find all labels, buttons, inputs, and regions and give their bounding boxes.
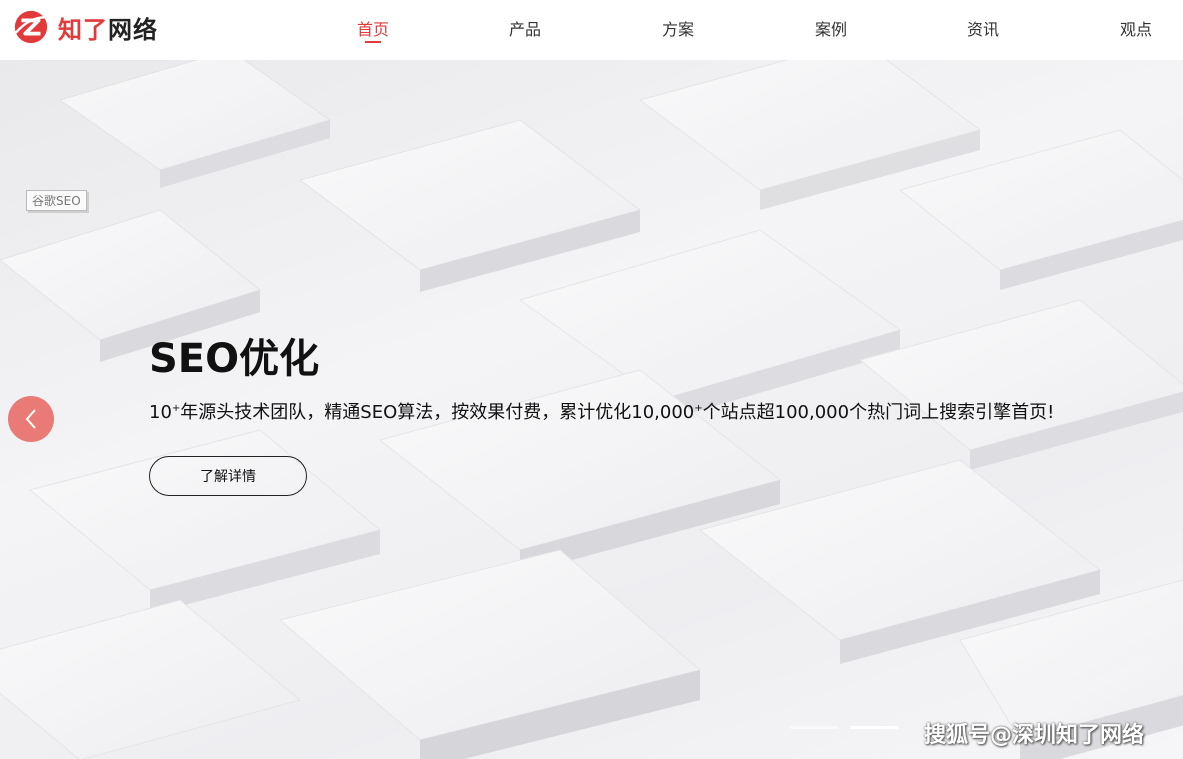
nav-item-products[interactable]: 产品 <box>509 16 541 40</box>
carousel-dot[interactable] <box>790 726 838 729</box>
carousel-dot-active[interactable] <box>850 726 898 729</box>
hero-banner: 谷歌SEO SEO优化 10 +年源头技术团队，精通SEO算法，按效果付费，累计优… <box>0 60 1183 759</box>
carousel-prev-button[interactable] <box>8 396 54 442</box>
nav-item-viewpoints[interactable]: 观点 <box>1120 16 1152 40</box>
chevron-left-icon <box>25 409 36 429</box>
nav-active-indicator <box>365 41 381 43</box>
hero-desc-sup2: + <box>694 403 703 414</box>
header: 知了网络 首页 产品 方案 案例 资讯 观点 <box>0 0 1183 60</box>
hero-desc-part1: 10 <box>149 402 172 423</box>
nav-item-home[interactable]: 首页 <box>357 16 389 40</box>
main-nav: 首页 产品 方案 案例 资讯 观点 <box>0 0 1183 60</box>
nav-item-news[interactable]: 资讯 <box>967 16 999 40</box>
hero-desc-part2: 年源头技术团队，精通SEO算法，按效果付费，累计优化10,000 <box>180 402 695 423</box>
hero-title: SEO优化 <box>149 336 320 382</box>
hero-desc-part3: 个站点超100,000个热门词上搜索引擎首页! <box>702 402 1055 423</box>
watermark: 搜狐号@深圳知了网络 <box>924 723 1145 748</box>
category-tag: 谷歌SEO <box>26 190 87 211</box>
nav-item-solutions[interactable]: 方案 <box>662 16 694 40</box>
carousel-pagination <box>790 726 898 729</box>
learn-more-button[interactable]: 了解详情 <box>149 456 307 496</box>
nav-item-cases[interactable]: 案例 <box>815 16 847 40</box>
hero-description: 10+年源头技术团队，精通SEO算法，按效果付费，累计优化10,000+个站点超… <box>149 398 1054 424</box>
